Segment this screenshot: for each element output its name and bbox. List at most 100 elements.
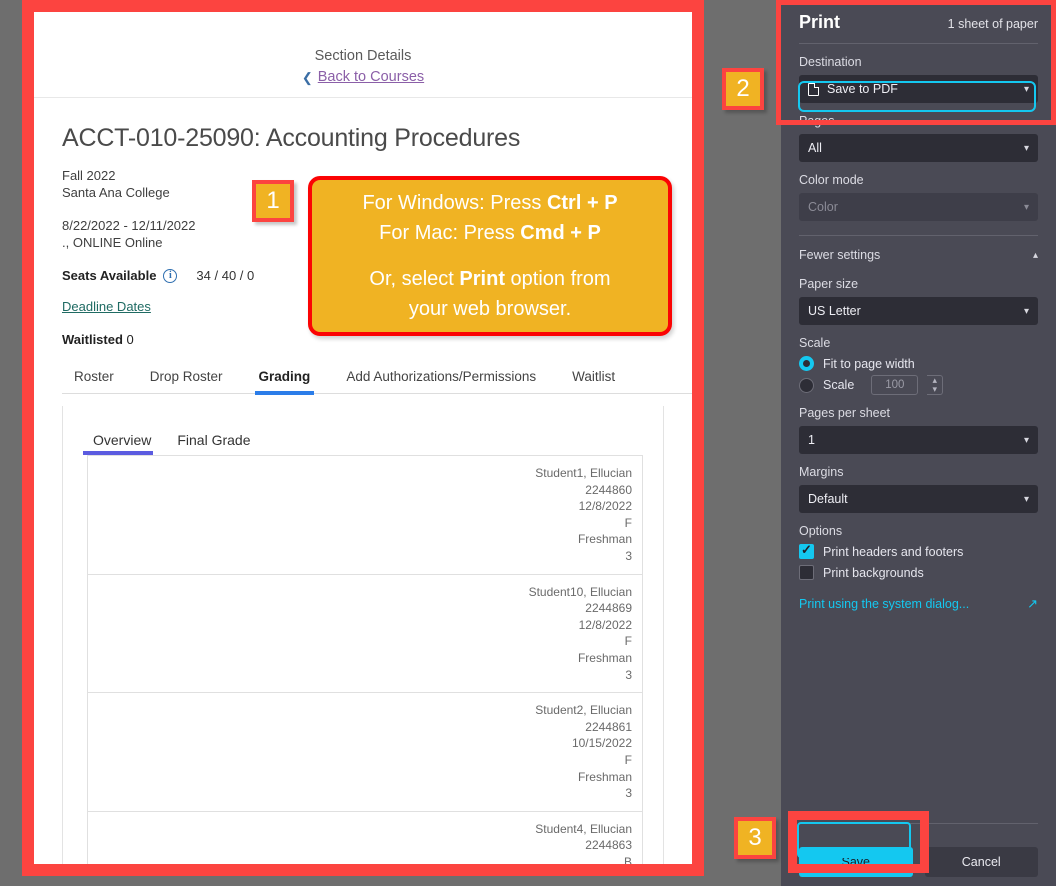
paper-size-value: US Letter xyxy=(808,304,861,318)
margins-group: Margins Default ▾ xyxy=(781,454,1056,513)
instruction-line-3-a: Or, select xyxy=(369,268,460,290)
instruction-callout: For Windows: Press Ctrl + P For Mac: Pre… xyxy=(308,176,672,336)
scale-custom-option[interactable]: Scale 100 ▴ ▾ xyxy=(799,375,1038,395)
pages-per-sheet-label: Pages per sheet xyxy=(799,406,891,420)
student-level: Freshman xyxy=(577,532,632,547)
color-mode-group: Color mode Color ▾ xyxy=(781,162,1056,221)
destination-value: Save to PDF xyxy=(827,82,898,96)
student-units: 3 xyxy=(625,786,632,801)
print-system-dialog-link[interactable]: Print using the system dialog... xyxy=(799,597,969,611)
seats-available-label: Seats Available xyxy=(62,268,157,283)
chevron-left-icon: ❮ xyxy=(301,69,313,85)
print-dialog-header: Print 1 sheet of paper xyxy=(781,0,1056,43)
system-dialog-link-row[interactable]: Print using the system dialog... ↗ xyxy=(781,580,1056,612)
student-grade: F xyxy=(624,515,632,530)
pages-per-sheet-group: Pages per sheet 1 ▾ xyxy=(781,395,1056,454)
scale-group: Scale Fit to page width Scale 100 ▴ ▾ xyxy=(781,325,1056,395)
print-dialog-title: Print xyxy=(799,12,841,32)
instruction-line-3-c: option from xyxy=(504,268,611,290)
grading-card: Overview Final Grade Student1, Ellucian … xyxy=(62,406,664,864)
seats-available-value: 34 / 40 / 0 xyxy=(196,268,255,283)
stepper-down-icon: ▾ xyxy=(932,384,938,394)
footer-divider xyxy=(799,823,1038,824)
subtab-overview[interactable]: Overview xyxy=(82,428,157,455)
chevron-down-icon: ▾ xyxy=(1023,305,1029,317)
subtab-final-grade[interactable]: Final Grade xyxy=(171,428,256,455)
page-header: Section Details ❮ Back to Courses xyxy=(34,12,692,98)
instruction-line-2: For Mac: Press Cmd + P xyxy=(312,218,668,248)
instruction-line-3: Or, select Print option from xyxy=(312,264,668,294)
student-level: Freshman xyxy=(577,769,632,784)
callout-badge-1: 1 xyxy=(252,180,294,222)
student-id: 2244869 xyxy=(585,601,632,616)
deadline-dates-link[interactable]: Deadline Dates xyxy=(62,299,151,314)
headers-footers-row[interactable]: Print headers and footers xyxy=(799,542,1038,559)
options-group: Options Print headers and footers Print … xyxy=(781,513,1056,580)
color-mode-value: Color xyxy=(808,200,838,214)
student-id: 2244860 xyxy=(585,482,632,497)
student-id: 2244861 xyxy=(585,719,632,734)
roster-table: Student1, Ellucian 2244860 12/8/2022 F F… xyxy=(87,455,643,864)
tab-roster[interactable]: Roster xyxy=(62,363,132,393)
waitlisted-label: Waitlisted xyxy=(62,332,123,347)
fewer-settings-toggle[interactable]: Fewer settings ▴ xyxy=(781,236,1056,266)
course-title: ACCT-010-25090: Accounting Procedures xyxy=(62,124,521,152)
instruction-line-2-b: Cmd + P xyxy=(520,222,601,244)
instruction-line-1-b: Ctrl + P xyxy=(546,192,618,214)
pages-group: Pages All ▾ xyxy=(781,103,1056,162)
backgrounds-label: Print backgrounds xyxy=(823,565,924,580)
checkbox-print-backgrounds[interactable] xyxy=(799,565,814,580)
instruction-line-1: For Windows: Press Ctrl + P xyxy=(312,188,668,218)
student-units: 3 xyxy=(625,548,632,563)
breadcrumb[interactable]: ❮ Back to Courses xyxy=(34,69,692,85)
margins-select[interactable]: Default ▾ xyxy=(799,485,1038,513)
browser-page: Section Details ❮ Back to Courses ACCT-0… xyxy=(34,12,692,864)
radio-fit-to-page-width[interactable] xyxy=(799,356,814,371)
destination-select[interactable]: Save to PDF ▾ xyxy=(799,75,1038,103)
info-icon[interactable]: i xyxy=(163,268,178,283)
table-row[interactable]: Student10, Ellucian 2244869 12/8/2022 F … xyxy=(88,575,642,694)
student-name: Student4, Ellucian xyxy=(535,821,632,836)
chevron-down-icon: ▾ xyxy=(1023,434,1029,446)
table-row[interactable]: Student1, Ellucian 2244860 12/8/2022 F F… xyxy=(88,456,642,575)
tab-waitlist[interactable]: Waitlist xyxy=(554,363,633,393)
student-date: 12/8/2022 xyxy=(578,617,632,632)
options-label: Options xyxy=(799,524,843,538)
scale-value-input[interactable]: 100 xyxy=(871,375,919,395)
tab-grading[interactable]: Grading xyxy=(241,363,329,395)
student-grade: F xyxy=(624,634,632,649)
instruction-line-2-a: For Mac: Press xyxy=(379,222,521,244)
radio-custom-scale[interactable] xyxy=(799,377,814,393)
student-date: 10/15/2022 xyxy=(571,736,632,751)
fit-to-page-width-label: Fit to page width xyxy=(823,356,915,371)
chevron-down-icon: ▾ xyxy=(1023,83,1029,95)
student-date: 12/8/2022 xyxy=(578,499,632,514)
section-tabs: Roster Drop Roster Grading Add Authoriza… xyxy=(62,363,692,395)
checkbox-print-headers-footers[interactable] xyxy=(799,542,814,559)
sheet-count-label: 1 sheet of paper xyxy=(947,17,1038,31)
chevron-up-icon: ▴ xyxy=(1032,249,1038,261)
save-button[interactable]: Save xyxy=(799,847,913,877)
student-name: Student10, Ellucian xyxy=(528,584,632,599)
scale-stepper[interactable]: ▴ ▾ xyxy=(927,375,944,395)
table-row[interactable]: Student2, Ellucian 2244861 10/15/2022 F … xyxy=(88,693,642,812)
pages-per-sheet-select[interactable]: 1 ▾ xyxy=(799,426,1038,454)
scale-fit-option[interactable]: Fit to page width xyxy=(799,356,1038,371)
destination-group: Destination Save to PDF ▾ xyxy=(781,44,1056,103)
pages-per-sheet-value: 1 xyxy=(808,433,815,447)
chevron-down-icon: ▾ xyxy=(1023,493,1029,505)
cancel-button[interactable]: Cancel xyxy=(924,847,1038,877)
paper-size-select[interactable]: US Letter ▾ xyxy=(799,297,1038,325)
table-row[interactable]: Student4, Ellucian 2244863 B xyxy=(88,812,642,864)
student-level: Freshman xyxy=(577,650,632,665)
tab-drop-roster[interactable]: Drop Roster xyxy=(132,363,241,393)
student-grade: B xyxy=(623,854,632,864)
tab-add-authorizations[interactable]: Add Authorizations/Permissions xyxy=(328,363,554,393)
custom-scale-label: Scale xyxy=(823,378,855,392)
pages-select[interactable]: All ▾ xyxy=(799,134,1038,162)
page-content-highlight: Section Details ❮ Back to Courses ACCT-0… xyxy=(22,0,704,876)
scale-label: Scale xyxy=(799,336,831,350)
print-dialog: Print 1 sheet of paper Destination Save … xyxy=(781,0,1056,886)
back-to-courses-link[interactable]: Back to Courses xyxy=(318,69,424,85)
backgrounds-row[interactable]: Print backgrounds xyxy=(799,565,1038,580)
